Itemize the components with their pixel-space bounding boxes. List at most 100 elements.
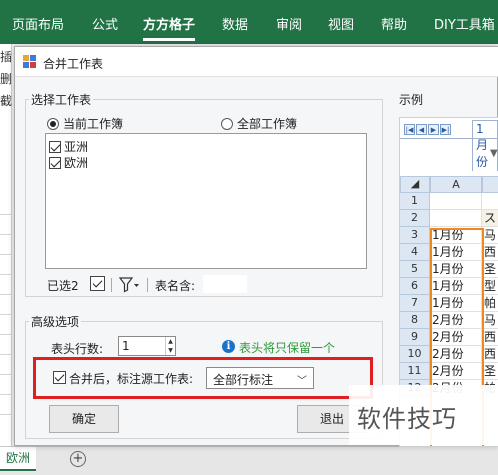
checkbox[interactable] — [49, 156, 61, 169]
header-info-text: 表头将只保留一个 — [239, 341, 336, 355]
cell-b: 型 — [482, 278, 498, 295]
name-contains-label: 表名含: — [155, 279, 196, 293]
scroll-down-icon: ▼ — [490, 148, 498, 159]
row-line — [0, 394, 12, 395]
tab-diy-toolbox[interactable]: DIY工具箱 — [434, 14, 495, 33]
row-number: 8 — [400, 312, 430, 329]
merge-sheets-icon — [23, 55, 36, 68]
cell-b: 圣 — [482, 261, 498, 278]
sheet-item-asia[interactable]: 亚洲 — [49, 138, 88, 155]
row-line — [0, 274, 12, 275]
chevron-down-icon: ﹀ — [297, 376, 307, 387]
header-rows-value: 1 — [122, 339, 130, 353]
info-icon: i — [222, 340, 235, 353]
select-sheets-legend: 选择工作表 — [29, 91, 94, 108]
sheet-item-europe[interactable]: 欧洲 — [49, 154, 88, 171]
first-sheet-icon: |◀ — [404, 124, 415, 135]
delete-fragment: 删 — [0, 72, 13, 86]
mark-source-value: 全部行标注 — [213, 373, 274, 387]
radio-current-workbook[interactable]: 当前工作簿 — [47, 115, 123, 132]
header-rows-label: 表头行数: — [51, 342, 104, 356]
dialog-title: 合并工作表 — [43, 57, 104, 71]
insert-fragment: 插 — [0, 50, 13, 64]
tab-page-layout[interactable]: 页面布局 — [12, 14, 64, 33]
row-line — [0, 374, 12, 375]
advanced-options-legend: 高级选项 — [29, 313, 82, 330]
select-all-checkbox[interactable] — [90, 276, 105, 291]
row-line — [0, 334, 12, 335]
plus-circle-icon[interactable]: + — [70, 451, 86, 467]
column-header-b — [482, 176, 498, 193]
divider — [111, 278, 112, 292]
preview-legend: 示例 — [397, 91, 426, 108]
row-line — [0, 214, 12, 215]
row-line — [0, 254, 12, 255]
cell-b: 西 — [482, 346, 498, 363]
worksheet-background: 插 删 截 — [0, 44, 12, 464]
tab-data[interactable]: 数据 — [222, 14, 248, 33]
stepper-arrows-icon[interactable]: ▲ ▼ — [165, 337, 175, 355]
row-number: 3 — [400, 227, 430, 244]
cell-b: 西 — [482, 329, 498, 346]
row-number: 9 — [400, 329, 430, 346]
radio-current-label: 当前工作簿 — [63, 117, 124, 131]
radio-dot[interactable] — [221, 117, 233, 130]
last-sheet-icon: ▶| — [440, 124, 451, 135]
row-number: 10 — [400, 346, 430, 363]
header-rows-stepper[interactable]: 1 ▲ ▼ — [118, 336, 176, 356]
sheet-list[interactable]: 亚洲 欧洲 — [45, 133, 367, 269]
radio-all-workbooks[interactable]: 全部工作簿 — [221, 115, 297, 132]
row-number: 7 — [400, 295, 430, 312]
cell-a — [430, 193, 482, 210]
cell-b: 圣 — [482, 363, 498, 380]
tab-baseline — [400, 138, 498, 139]
radio-dot[interactable] — [47, 117, 59, 130]
tab-view[interactable]: 视图 — [328, 14, 354, 33]
row-line — [0, 294, 12, 295]
dialog-titlebar: 合并工作表 — [15, 47, 498, 77]
mark-source-label: 合并后，标注源工作表: — [69, 372, 194, 386]
column-header-a: A — [430, 176, 482, 193]
tab-formulas[interactable]: 公式 — [92, 14, 118, 33]
mark-source-checkbox-wrap[interactable] — [53, 371, 66, 387]
row-number: 4 — [400, 244, 430, 261]
divider — [147, 278, 148, 292]
row-line — [0, 234, 12, 235]
next-sheet-icon: ▶ — [428, 124, 439, 135]
cell-a — [430, 210, 482, 227]
row-number: 6 — [400, 278, 430, 295]
cell-b — [482, 193, 498, 210]
mark-source-select[interactable]: 全部行标注 ﹀ — [206, 367, 314, 389]
ribbon: 页面布局 公式 方方格子 数据 审阅 视图 帮助 DIY工具箱 — [0, 0, 498, 44]
watermark-text: 软件技巧 — [357, 405, 457, 433]
sheet-tab-bar: 欧洲 + — [0, 446, 498, 475]
sheet-tab-europe[interactable]: 欧洲 — [0, 447, 36, 471]
corner-header: ◢ — [400, 176, 430, 193]
row-line — [0, 414, 12, 415]
screenshot-fragment: 截 — [0, 94, 13, 108]
sheet-item-label: 欧洲 — [64, 156, 89, 170]
selected-count: 已选2 — [47, 279, 79, 293]
radio-all-label: 全部工作簿 — [237, 117, 298, 131]
tab-help[interactable]: 帮助 — [381, 14, 407, 33]
row-line — [0, 314, 12, 315]
row-number: 11 — [400, 363, 430, 380]
prev-sheet-icon: ◀ — [416, 124, 427, 135]
filter-icon[interactable] — [118, 277, 141, 293]
watermark: 软件技巧 — [349, 385, 498, 445]
checkbox[interactable] — [49, 140, 61, 153]
preview-sheet-name: 1月份 — [472, 120, 498, 171]
ok-button[interactable]: 确定 — [49, 405, 119, 433]
cell-b: 马 — [482, 312, 498, 329]
cell-b: 西 — [482, 244, 498, 261]
tab-review[interactable]: 审阅 — [276, 14, 302, 33]
row-number: 2 — [400, 210, 430, 227]
name-contains-input[interactable] — [203, 275, 247, 293]
row-number: 5 — [400, 261, 430, 278]
sheet-item-label: 亚洲 — [64, 140, 89, 154]
sheet-nav: |◀ ◀ ▶ ▶| — [404, 124, 451, 135]
cell-b: 帕 — [482, 295, 498, 312]
mark-source-checkbox[interactable] — [53, 371, 66, 384]
tab-fangfang-gezi[interactable]: 方方格子 — [143, 14, 196, 41]
row-number: 1 — [400, 193, 430, 210]
